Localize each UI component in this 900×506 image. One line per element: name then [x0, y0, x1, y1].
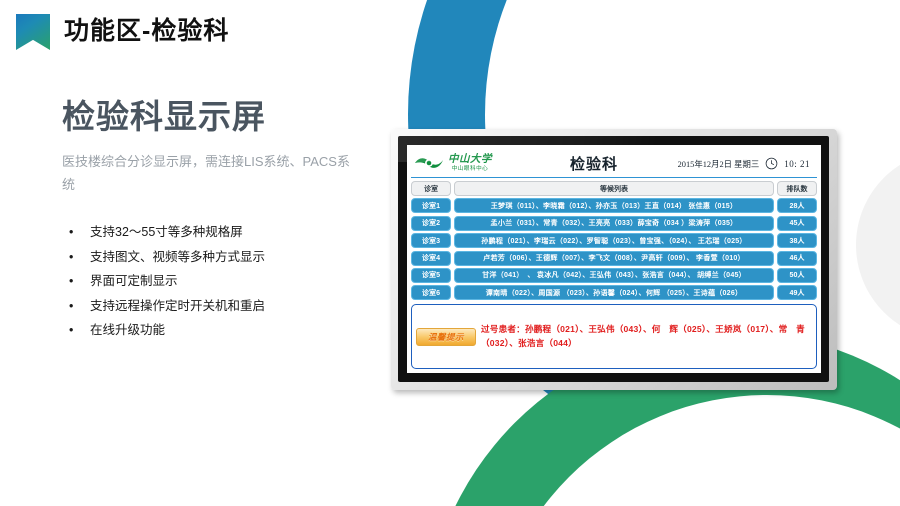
bullet-marker-icon: •	[69, 225, 74, 239]
waiting-list-label: 甘洋（041） 、 袁冰凡（042）、王弘伟（043）、张浩言（044）、 胡缚…	[454, 267, 774, 283]
hospital-subname: 中山眼科中心	[451, 166, 489, 172]
hospital-logo-text: 中山大学 中山眼科中心	[448, 154, 492, 173]
bullet-marker-icon: •	[69, 249, 74, 264]
column-header-queue-count: 排队数	[777, 181, 817, 196]
feature-bullet-list: • 支持32～55寸等多种规格屏 • 支持图文、视频等多种方式显示 • 界面可定…	[62, 220, 382, 343]
room-label: 诊室5	[411, 267, 451, 283]
queue-count-label: 49人	[777, 285, 817, 301]
bullet-marker-icon: •	[69, 274, 74, 288]
table-row: 诊室1 王梦琪（011）、李晓霜（012）、孙亦玉（013）王直（014） 张佳…	[411, 198, 817, 214]
screen-datetime: 2015年12月2日 星期三 10: 21	[649, 157, 814, 170]
list-item-label: 支持远程操作定时开关机和重启	[90, 298, 266, 313]
time-label: 10: 21	[784, 158, 810, 169]
waiting-list-label: 孟小兰（031）、常青（032）、王亮亮（033）薛宝奇（034 ）梁涛萍（03…	[454, 215, 774, 231]
page-title: 功能区-检验科	[64, 17, 230, 45]
hospital-logo: 中山大学 中山眼科中心	[414, 154, 539, 173]
queue-count-label: 45人	[777, 215, 817, 231]
eye-logo-icon	[415, 158, 443, 168]
queue-count-label: 28人	[777, 198, 817, 214]
date-label: 2015年12月2日 星期三	[677, 159, 760, 169]
list-item-label: 界面可定制显示	[90, 274, 178, 288]
room-label: 诊室3	[411, 233, 451, 249]
list-item-label: 支持图文、视频等多种方式显示	[90, 249, 266, 264]
clock-icon	[765, 157, 778, 170]
table-header-row: 诊室 等候列表 排队数	[411, 181, 817, 196]
room-label: 诊室1	[411, 198, 451, 214]
room-label: 诊室6	[411, 285, 451, 301]
page-header: 功能区-检验科	[0, 0, 900, 70]
section-subtitle: 医技楼综合分诊显示屏，需连接LIS系统、PACS系统	[62, 154, 350, 192]
list-item-label: 在线升级功能	[90, 323, 166, 337]
room-label: 诊室4	[411, 250, 451, 266]
list-item: • 支持远程操作定时开关机和重启	[62, 294, 382, 319]
bullet-marker-icon: •	[69, 298, 74, 313]
room-label: 诊室2	[411, 215, 451, 231]
waiting-list-label: 孙鹏程（021）、李瑞云（022）、罗智聪（023）、曾宝强、（024）、 王芯…	[454, 233, 774, 249]
left-content-column: 检验科显示屏 医技楼综合分诊显示屏，需连接LIS系统、PACS系统 • 支持32…	[62, 96, 382, 343]
queue-count-label: 50人	[777, 267, 817, 283]
notice-text: 过号患者：孙鹏程（021）、王弘伟（043）、何 辉（025）、王娇岚（017）…	[481, 324, 805, 348]
section-title: 检验科显示屏	[62, 98, 266, 135]
waiting-list-label: 卢若芳（006）、王德辉（007）、李飞文（008）、尹高轩（009）、 李香萱…	[454, 250, 774, 266]
table-row: 诊室3 孙鹏程（021）、李瑞云（022）、罗智聪（023）、曾宝强、（024）…	[411, 233, 817, 249]
column-header-waiting-list: 等候列表	[454, 181, 774, 196]
bookmark-icon	[16, 14, 50, 50]
table-row: 诊室4 卢若芳（006）、王德辉（007）、李飞文（008）、尹高轩（009）、…	[411, 250, 817, 266]
screen-header: 中山大学 中山眼科中心 检验科 2015年12月2日 星期三 10: 21	[411, 148, 817, 178]
hospital-name: 中山大学	[448, 154, 492, 165]
table-row: 诊室6 谭南晴（022）、周国源 （023）、孙语馨（024）、何辉 （025）…	[411, 285, 817, 301]
table-row: 诊室5 甘洋（041） 、 袁冰凡（042）、王弘伟（043）、张浩言（044）…	[411, 267, 817, 283]
list-item: • 支持32～55寸等多种规格屏	[62, 220, 382, 245]
queue-count-label: 46人	[777, 250, 817, 266]
list-item: • 支持图文、视频等多种方式显示	[62, 245, 382, 270]
notice-banner: 温馨提示 过号患者：孙鹏程（021）、王弘伟（043）、何 辉（025）、王娇岚…	[411, 304, 817, 369]
list-item: • 在线升级功能	[62, 318, 382, 343]
bullet-marker-icon: •	[69, 323, 74, 337]
queue-count-label: 38人	[777, 233, 817, 249]
monitor-bezel: 中山大学 中山眼科中心 检验科 2015年12月2日 星期三 10: 21 诊室…	[398, 136, 829, 382]
monitor-screen: 中山大学 中山眼科中心 检验科 2015年12月2日 星期三 10: 21 诊室…	[407, 145, 821, 373]
waiting-list-label: 谭南晴（022）、周国源 （023）、孙语馨（024）、何辉 （025）、王诗蕴…	[454, 285, 774, 301]
list-item: • 界面可定制显示	[62, 269, 382, 294]
column-header-room: 诊室	[411, 181, 451, 196]
list-item-label: 支持32～55寸等多种规格屏	[90, 225, 243, 239]
department-title: 检验科	[569, 156, 618, 173]
status-badge: 温馨提示	[416, 327, 476, 346]
table-row: 诊室2 孟小兰（031）、常青（032）、王亮亮（033）薛宝奇（034 ）梁涛…	[411, 215, 817, 231]
display-monitor: 中山大学 中山眼科中心 检验科 2015年12月2日 星期三 10: 21 诊室…	[391, 129, 837, 390]
waiting-list-label: 王梦琪（011）、李晓霜（012）、孙亦玉（013）王直（014） 张佳惠（01…	[454, 198, 774, 214]
queue-table: 诊室 等候列表 排队数 诊室1 王梦琪（011）、李晓霜（012）、孙亦玉（01…	[411, 181, 817, 301]
